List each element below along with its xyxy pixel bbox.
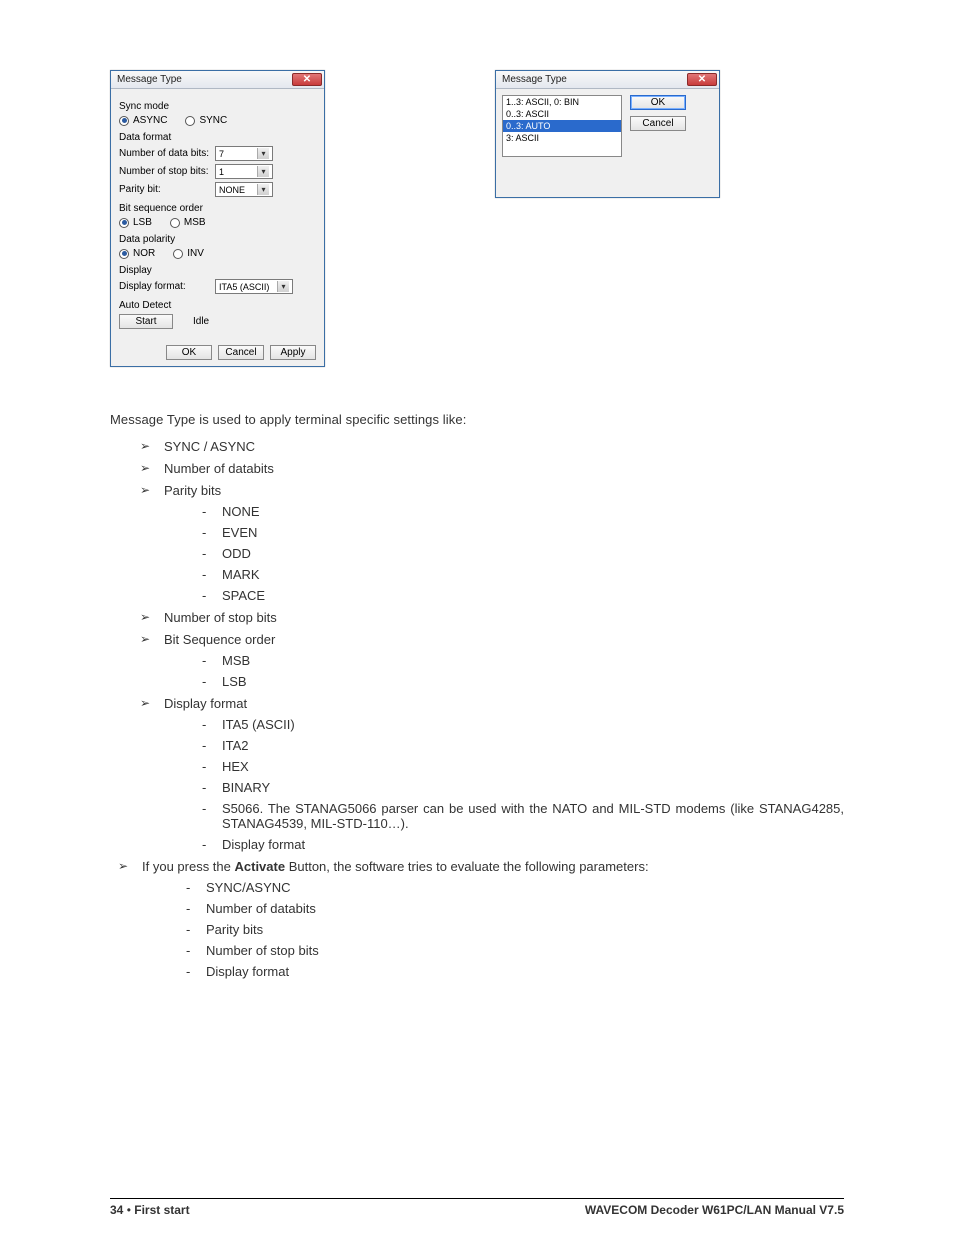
label-databits: Number of data bits: bbox=[119, 148, 211, 159]
list-item: Number of stop bits bbox=[146, 610, 844, 625]
list-item: MARK bbox=[208, 567, 844, 582]
cancel-button[interactable]: Cancel bbox=[630, 116, 686, 131]
intro-text: Message Type is used to apply terminal s… bbox=[110, 412, 844, 427]
dialog-message-type-list: Message Type ✕ 1..3: ASCII, 0: BIN 0..3:… bbox=[495, 70, 720, 198]
apply-button[interactable]: Apply bbox=[270, 345, 316, 360]
select-databits[interactable]: 7▾ bbox=[215, 146, 273, 161]
list-item: MSB bbox=[208, 653, 844, 668]
label-display-format: Display format: bbox=[119, 281, 211, 292]
activate-list: If you press the Activate Button, the so… bbox=[110, 859, 844, 979]
list-item: SYNC/ASYNC bbox=[192, 880, 844, 895]
group-sync-mode: Sync mode bbox=[119, 101, 316, 112]
radio-async[interactable]: ASYNC bbox=[119, 115, 167, 126]
list-item[interactable]: 3: ASCII bbox=[503, 132, 621, 144]
message-type-list[interactable]: 1..3: ASCII, 0: BIN 0..3: ASCII 0..3: AU… bbox=[502, 95, 622, 157]
list-item: ODD bbox=[208, 546, 844, 561]
list-item: ITA2 bbox=[208, 738, 844, 753]
dialog-title: Message Type bbox=[502, 74, 567, 85]
dialog-message-type-settings: Message Type ✕ Sync mode ASYNC SYNC Data… bbox=[110, 70, 325, 367]
chevron-down-icon: ▾ bbox=[257, 166, 269, 177]
list-item: EVEN bbox=[208, 525, 844, 540]
list-item: Parity bits NONE EVEN ODD MARK SPACE bbox=[146, 483, 844, 603]
page-footer: 34 • First start WAVECOM Decoder W61PC/L… bbox=[110, 1198, 844, 1217]
chevron-down-icon: ▾ bbox=[257, 148, 269, 159]
list-item: SYNC / ASYNC bbox=[146, 439, 844, 454]
settings-list: SYNC / ASYNC Number of databits Parity b… bbox=[110, 439, 844, 852]
list-item: HEX bbox=[208, 759, 844, 774]
start-button[interactable]: Start bbox=[119, 314, 173, 329]
list-item: Number of databits bbox=[192, 901, 844, 916]
list-item: If you press the Activate Button, the so… bbox=[124, 859, 844, 979]
group-polarity: Data polarity bbox=[119, 234, 316, 245]
radio-nor[interactable]: NOR bbox=[119, 248, 155, 259]
ok-button[interactable]: OK bbox=[630, 95, 686, 110]
radio-inv[interactable]: INV bbox=[173, 248, 204, 259]
close-icon[interactable]: ✕ bbox=[292, 73, 322, 86]
activate-word: Activate bbox=[235, 859, 286, 874]
screenshot-row: Message Type ✕ Sync mode ASYNC SYNC Data… bbox=[110, 70, 844, 367]
group-data-format: Data format bbox=[119, 132, 316, 143]
list-item: Display format bbox=[208, 837, 844, 852]
list-item: NONE bbox=[208, 504, 844, 519]
group-bitseq: Bit sequence order bbox=[119, 203, 316, 214]
autodetect-status: Idle bbox=[193, 316, 209, 327]
section-name: First start bbox=[134, 1203, 189, 1217]
bullet-icon: • bbox=[127, 1203, 131, 1217]
page-number: 34 bbox=[110, 1203, 123, 1217]
titlebar: Message Type ✕ bbox=[496, 71, 719, 89]
group-autodetect: Auto Detect bbox=[119, 300, 316, 311]
list-item: LSB bbox=[208, 674, 844, 689]
select-stopbits[interactable]: 1▾ bbox=[215, 164, 273, 179]
dialog-title: Message Type bbox=[117, 74, 182, 85]
select-parity[interactable]: NONE▾ bbox=[215, 182, 273, 197]
list-item: Parity bits bbox=[192, 922, 844, 937]
list-item[interactable]: 0..3: ASCII bbox=[503, 108, 621, 120]
list-item: Bit Sequence order MSB LSB bbox=[146, 632, 844, 689]
list-item: Number of stop bits bbox=[192, 943, 844, 958]
list-item: Number of databits bbox=[146, 461, 844, 476]
radio-sync[interactable]: SYNC bbox=[185, 115, 227, 126]
titlebar: Message Type ✕ bbox=[111, 71, 324, 89]
list-item: S5066. The STANAG5066 parser can be used… bbox=[208, 801, 844, 831]
list-item: ITA5 (ASCII) bbox=[208, 717, 844, 732]
radio-lsb[interactable]: LSB bbox=[119, 217, 152, 228]
group-display: Display bbox=[119, 265, 316, 276]
label-parity: Parity bit: bbox=[119, 184, 211, 195]
select-display-format[interactable]: ITA5 (ASCII)▾ bbox=[215, 279, 293, 294]
chevron-down-icon: ▾ bbox=[277, 281, 289, 292]
chevron-down-icon: ▾ bbox=[257, 184, 269, 195]
radio-msb[interactable]: MSB bbox=[170, 217, 206, 228]
list-item: BINARY bbox=[208, 780, 844, 795]
label-stopbits: Number of stop bits: bbox=[119, 166, 211, 177]
list-item[interactable]: 0..3: AUTO bbox=[503, 120, 621, 132]
manual-title: WAVECOM Decoder W61PC/LAN Manual V7.5 bbox=[585, 1203, 844, 1217]
list-item: Display format bbox=[192, 964, 844, 979]
list-item[interactable]: 1..3: ASCII, 0: BIN bbox=[503, 96, 621, 108]
list-item: Display format ITA5 (ASCII) ITA2 HEX BIN… bbox=[146, 696, 844, 852]
ok-button[interactable]: OK bbox=[166, 345, 212, 360]
close-icon[interactable]: ✕ bbox=[687, 73, 717, 86]
list-item: SPACE bbox=[208, 588, 844, 603]
cancel-button[interactable]: Cancel bbox=[218, 345, 264, 360]
